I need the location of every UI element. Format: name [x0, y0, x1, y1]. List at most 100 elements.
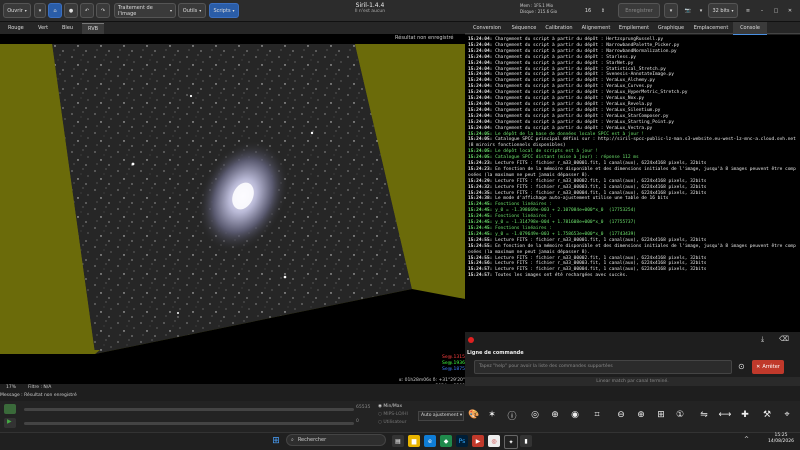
tab-sequence[interactable]: Séquence — [507, 22, 541, 34]
taskbar-search[interactable]: ⌕ Rechercher — [286, 434, 386, 446]
open-button[interactable]: Ouvrir ▾ — [3, 3, 31, 18]
tools-menu[interactable]: Outils ▾ — [178, 3, 206, 18]
app-icon[interactable]: ◆ — [440, 435, 452, 447]
console-timestamp: 15:24:45: — [468, 226, 493, 231]
radio-mips[interactable]: ○ MIPS-LO/HI — [378, 411, 408, 419]
console-text: y_0 = -1.398669e-003 + 2.107084e+000*x_0… — [495, 208, 636, 214]
zoom-one-icon[interactable]: ① — [673, 408, 687, 422]
file-explorer-icon[interactable]: ▆ — [408, 435, 420, 447]
console-log[interactable]: 15:24:04: Chargement du script à partir … — [465, 35, 800, 332]
tab-alignment[interactable]: Alignement — [577, 22, 615, 34]
photoshop-icon[interactable]: Ps — [456, 435, 468, 447]
console-text: Chargement du script à partir du dépôt :… — [495, 101, 653, 107]
tab-rgb[interactable]: RVB — [82, 23, 105, 34]
close-button[interactable]: ✕ — [784, 3, 796, 18]
save-button[interactable]: Enregistrer — [618, 3, 660, 18]
console-text: Lecture FITS : fichier r_m33_00001.fit, … — [495, 161, 707, 167]
menu-button[interactable]: ≡ — [742, 3, 754, 18]
globe-icon[interactable]: ⊕ — [548, 408, 562, 422]
tab-console[interactable]: Console — [733, 22, 767, 36]
tools-icon[interactable]: ⚒ — [760, 408, 774, 422]
info-icon[interactable]: ⓘ — [505, 408, 519, 422]
play-button[interactable]: ▶ — [4, 418, 16, 428]
windows-start-icon[interactable]: ⊞ — [270, 435, 282, 447]
command-input[interactable]: Tapez "help" pour avoir la liste des com… — [474, 360, 732, 374]
snapshot-menu-button[interactable]: ▾ — [696, 3, 706, 18]
target-icon[interactable]: ◎ — [528, 408, 542, 422]
bits-label: 32 bits — [712, 7, 730, 14]
console-timestamp: 15:24:56: — [468, 261, 493, 267]
save-log-icon[interactable]: ⤓ — [761, 335, 764, 344]
zoom-out-icon[interactable]: ⊖ — [614, 408, 628, 422]
zoom-in-icon[interactable]: ⊕ — [634, 408, 648, 422]
redo-button[interactable]: ↷ — [96, 3, 110, 18]
command-hint: Linear match par canal terminé. — [465, 377, 800, 386]
console-text: Fonctions linéaires : — [495, 214, 553, 220]
image-processing-menu[interactable]: Traitement de l'image ▾ — [114, 3, 176, 18]
tab-stacking[interactable]: Empilement — [615, 22, 653, 34]
home-button[interactable]: ⌂ — [48, 3, 62, 18]
console-timestamp: 15:24:04: — [468, 96, 493, 102]
recent-button[interactable]: ▾ — [34, 3, 46, 18]
app-red-icon[interactable]: ▶ — [472, 435, 484, 447]
console-text: Chargement du script à partir du dépôt :… — [495, 48, 677, 54]
tab-plot[interactable]: Graphique — [653, 22, 689, 34]
ruler-icon[interactable]: ⟷ — [718, 408, 732, 422]
snapshot-button[interactable]: 📷 — [680, 3, 696, 18]
radio-minmax[interactable]: ◉ Min/Max — [378, 403, 408, 411]
measure-icon[interactable]: ⌖ — [780, 408, 794, 422]
task-view-icon[interactable]: ▤ — [392, 435, 404, 447]
camera-icon: 📷 — [684, 7, 692, 14]
tab-blue[interactable]: Bleu — [56, 23, 79, 33]
console-timestamp: 15:24:55: — [468, 243, 493, 249]
zoom-level: 17% — [6, 385, 17, 390]
terminal-icon[interactable]: ▮ — [520, 435, 532, 447]
minimize-button[interactable]: – — [756, 3, 768, 18]
bit-depth-select[interactable]: 32 bits ▾ — [708, 3, 738, 18]
console-timestamp: 15:24:45: — [468, 208, 493, 214]
radio-user[interactable]: ○ Utilisateur — [378, 419, 408, 427]
edge-icon[interactable]: e — [424, 435, 436, 447]
undo-button[interactable]: ↶ — [80, 3, 94, 18]
cpu-stepper[interactable]: ⇕ — [598, 3, 608, 18]
stop-button[interactable]: ✕ Arrêter — [752, 360, 784, 374]
fit-icon[interactable]: ⊞ — [654, 408, 668, 422]
tab-location[interactable]: Emplacement — [689, 22, 733, 34]
console-text: Chargement du script à partir du dépôt :… — [495, 66, 666, 72]
siril-icon[interactable]: ✦ — [504, 435, 518, 449]
console-timestamp: 15:24:04: — [468, 54, 493, 60]
console-text: Chargement du script à partir du dépôt :… — [495, 107, 661, 113]
help-icon[interactable]: ⊙ — [738, 362, 745, 371]
min-slider[interactable] — [24, 422, 354, 425]
chevron-down-icon: ▾ — [38, 7, 42, 14]
cross-icon[interactable]: ✚ — [738, 408, 752, 422]
grid-icon[interactable]: ⌗ — [590, 408, 604, 422]
stretch-mode-select[interactable]: Auto ajustement ▾ — [418, 411, 464, 421]
scripts-menu[interactable]: Scripts ▾ — [209, 3, 239, 18]
close-icon: ✕ — [787, 7, 793, 14]
console-text: Chargement du script à partir du dépôt :… — [495, 90, 688, 96]
tab-green[interactable]: Vert — [32, 23, 54, 33]
processing-label: Traitement de l'image — [118, 4, 153, 17]
tab-calibration[interactable]: Calibration — [541, 22, 577, 34]
taskbar-clock[interactable]: 15:25 14/08/2026 — [764, 433, 798, 445]
save-as-button[interactable]: ▾ — [664, 3, 678, 18]
header-bar: Ouvrir ▾ ▾ ⌂ ● ↶ ↷ Traitement de l'image ▾… — [0, 0, 800, 22]
clear-log-icon[interactable]: ⌫ — [779, 335, 789, 343]
min-value: 0 — [356, 419, 359, 424]
tab-red[interactable]: Rouge — [2, 23, 30, 33]
chrome-icon[interactable]: ◎ — [488, 435, 500, 447]
image-viewer[interactable] — [0, 34, 465, 384]
color-icon[interactable]: 🎨 — [467, 408, 481, 422]
max-slider[interactable] — [24, 408, 354, 411]
undo-icon: ↶ — [84, 7, 90, 14]
console-timestamp: 15:24:55: — [468, 255, 493, 261]
flip-icon[interactable]: ⇋ — [697, 408, 711, 422]
livestack-button[interactable]: ● — [64, 3, 78, 18]
tab-conversion[interactable]: Conversion — [467, 22, 507, 34]
maximize-button[interactable]: □ — [770, 3, 782, 18]
star-icon[interactable]: ✶ — [485, 408, 499, 422]
tray-icon[interactable]: ^ — [744, 436, 749, 443]
histogram-toggle[interactable] — [4, 404, 16, 414]
ring-icon[interactable]: ◉ — [568, 408, 582, 422]
